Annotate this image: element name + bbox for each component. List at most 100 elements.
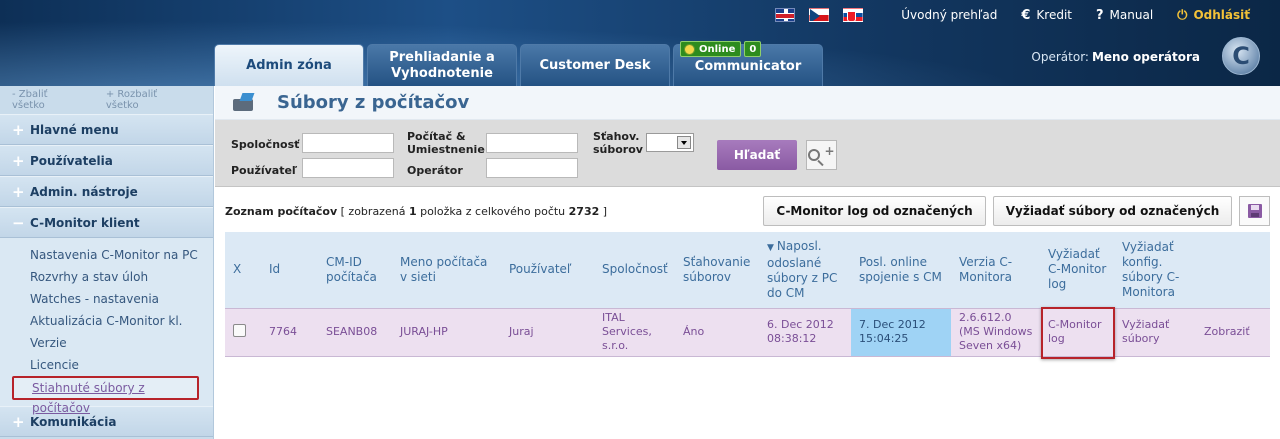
cell-last-sent: 6. Dec 2012 08:38:12 (759, 307, 851, 357)
cell-request-log: C-Monitor log (1040, 306, 1115, 359)
cell-cmid: SEANB08 (318, 307, 392, 357)
cell-version: 2.6.612.0 (MS Windows Seven x64) (951, 307, 1040, 357)
sidebar-section-admin-tools[interactable]: + Admin. nástroje (0, 176, 213, 207)
tab-browse-evaluate[interactable]: Prehliadanie a Vyhodnotenie (367, 44, 517, 86)
logout-link[interactable]: ⏻ Odhlásiť (1177, 8, 1250, 23)
cmonitor-submenu: Nastavenia C-Monitor na PC Rozvrhy a sta… (0, 238, 213, 415)
sidebar-item-update-client[interactable]: Aktualizácia C-Monitor kl. (0, 310, 213, 332)
expand-all-link[interactable]: + Rozbaliť všetko (106, 89, 195, 111)
count-total: 2732 (568, 205, 600, 218)
sidebar: - Zbaliť všetko + Rozbaliť všetko + Hlavn… (0, 86, 214, 439)
col-last-online[interactable]: Posl. online spojenie s CM (851, 232, 951, 308)
uk-flag-icon[interactable] (775, 8, 796, 22)
sort-desc-icon: ▼ (767, 242, 774, 253)
credit-label: Kredit (1036, 8, 1072, 22)
cell-request-config: Vyžiadať súbory (1114, 307, 1196, 357)
sidebar-item-versions[interactable]: Verzie (0, 332, 213, 354)
computer-label-line1: Počítač & (407, 130, 466, 143)
col-id[interactable]: Id (261, 232, 318, 308)
col-user[interactable]: Používateľ (501, 232, 594, 308)
sk-flag-icon[interactable] (843, 8, 864, 22)
search-button[interactable]: Hľadať (717, 140, 797, 170)
row-checkbox[interactable] (233, 323, 246, 337)
view-link[interactable]: Zobraziť (1204, 325, 1250, 338)
euro-icon: € (1021, 7, 1031, 23)
export-button[interactable] (1239, 196, 1270, 226)
list-summary: Zoznam počítačov [ zobrazená 1 položka z… (225, 205, 607, 218)
table-header-row: X Id CM-ID počítača Meno počítača v siet… (225, 232, 1270, 308)
section-label: Admin. nástroje (30, 184, 138, 199)
operator-filter-label: Operátor (407, 164, 463, 177)
top-bar: Úvodný prehľad € Kredit ? Manual ⏻ Odhlásiť (775, 0, 1280, 30)
col-computer-name[interactable]: Meno počítača v sieti (392, 232, 501, 308)
cell-view: Zobraziť (1196, 307, 1270, 357)
sidebar-section-users[interactable]: + Používatelia (0, 145, 213, 176)
col-request-config: Vyžiadať konfig. súbory C-Monitora (1114, 232, 1196, 308)
col-view (1196, 232, 1270, 308)
user-input[interactable] (302, 158, 394, 178)
col-company[interactable]: Spoločnosť (594, 232, 675, 308)
cell-id: 7764 (261, 307, 318, 357)
help-icon: ? (1096, 7, 1104, 23)
download-label-line2: súborov (593, 143, 643, 156)
manual-label: Manual (1109, 8, 1154, 22)
operator-label: Operátor: (1031, 50, 1089, 64)
collapse-all-label: Zbaliť všetko (12, 89, 48, 111)
user-label: Používateľ (231, 164, 298, 177)
magnifier-icon (808, 149, 821, 161)
sidebar-item-cmonitor-settings[interactable]: Nastavenia C-Monitor na PC (0, 244, 213, 266)
section-label: Komunikácia (30, 414, 117, 429)
home-overview-link[interactable]: Úvodný prehľad (901, 8, 997, 22)
main-content: Súbory z počítačov Spoločnosť Používateľ… (215, 86, 1280, 439)
col-version[interactable]: Verzia C-Monitora (951, 232, 1040, 308)
sidebar-item-watches[interactable]: Watches - nastavenia (0, 288, 213, 310)
download-label: Sťahov. súborov (593, 130, 643, 156)
cell-last-online: 7. Dec 2012 15:04:25 (851, 307, 951, 357)
plus-icon: + (824, 144, 835, 158)
download-label-line1: Sťahov. (593, 130, 640, 143)
sidebar-section-cmonitor-client[interactable]: − C-Monitor klient (0, 207, 213, 238)
operator-input[interactable] (486, 158, 578, 178)
computer-label-line2: Umiestnenie (407, 143, 485, 156)
summary-mid: položka z celkového počtu (420, 205, 566, 218)
collapse-all-link[interactable]: - Zbaliť všetko (12, 89, 88, 111)
request-files-link[interactable]: Vyžiadať súbory (1122, 318, 1169, 345)
cmonitor-log-selected-button[interactable]: C-Monitor log od označených (763, 196, 986, 226)
tab-customer-desk[interactable]: Customer Desk (520, 44, 670, 86)
operator-name[interactable]: Meno operátora (1092, 50, 1200, 64)
computer-input[interactable] (486, 133, 578, 153)
online-pill: Online (680, 41, 742, 57)
manual-link[interactable]: ? Manual (1096, 8, 1153, 23)
col-x: X (225, 232, 261, 308)
online-label: Online (699, 43, 736, 55)
plus-icon: + (12, 151, 25, 170)
tab-admin-zone[interactable]: Admin zóna (214, 44, 364, 86)
sidebar-item-downloaded-files[interactable]: Stiahnuté súbory z počítačov (12, 376, 199, 415)
credit-link[interactable]: € Kredit (1021, 8, 1072, 23)
download-select[interactable] (646, 133, 694, 152)
sidebar-item-schedules[interactable]: Rozvrhy a stav úloh (0, 266, 213, 288)
cz-flag-icon[interactable] (809, 8, 830, 22)
sidebar-item-licenses[interactable]: Licencie (0, 354, 213, 376)
col-download[interactable]: Sťahovanie súborov (675, 232, 759, 308)
col-cmid[interactable]: CM-ID počítača (318, 232, 392, 308)
plus-icon: + (12, 120, 25, 139)
page-title: Súbory z počítačov (277, 92, 470, 113)
table-row: 7764 SEANB08 JURAJ-HP Juraj ITAL Service… (225, 306, 1270, 359)
operator-info: Operátor: Meno operátora (1031, 50, 1200, 64)
user-online-icon (684, 43, 695, 55)
sidebar-section-main-menu[interactable]: + Hlavné menu (0, 114, 213, 145)
list-title: Zoznam počítačov (225, 205, 338, 218)
cell-computer-name: JURAJ-HP (392, 307, 501, 357)
col-last-sent-label: Naposl. odoslané súbory z PC do CM (767, 238, 838, 300)
advanced-search-button[interactable]: + (806, 140, 837, 170)
save-icon (1247, 204, 1262, 218)
request-files-selected-button[interactable]: Vyžiadať súbory od označených (993, 196, 1232, 226)
company-input[interactable] (302, 133, 394, 153)
col-last-sent[interactable]: ▼ Naposl. odoslané súbory z PC do CM (759, 232, 851, 308)
computer-label: Počítač & Umiestnenie (407, 130, 485, 156)
summary-post: ] (602, 205, 608, 218)
online-status[interactable]: Online 0 (680, 41, 762, 57)
computers-table: X Id CM-ID počítača Meno počítača v siet… (225, 232, 1270, 359)
online-count: 0 (744, 41, 762, 57)
